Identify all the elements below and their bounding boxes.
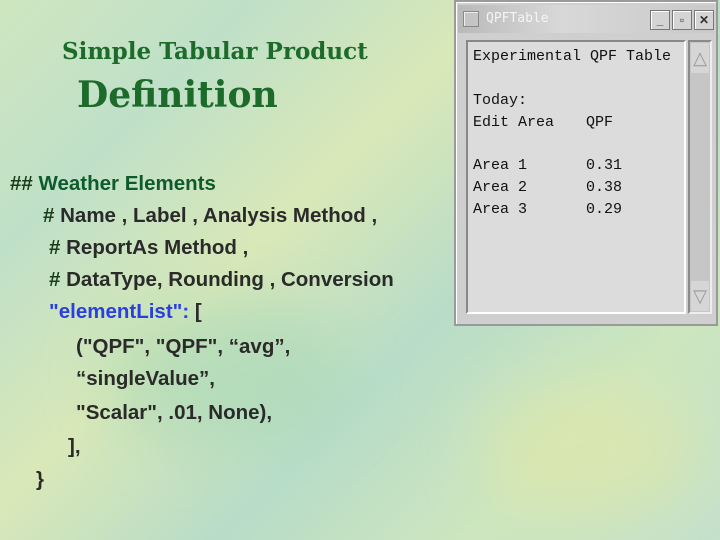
code-line: "elementList": [ [49,300,202,324]
minimize-button[interactable]: _ [650,10,670,30]
code-bracket: [ [194,300,202,323]
code-line: ("QPF", "QPF", “avg”, [76,335,291,358]
code-line: "Scalar", .01, None), [76,401,273,424]
maximize-button[interactable]: ▫ [672,10,692,30]
comment-hash: # [49,268,61,291]
title-bar[interactable]: QPFTable _ ▫ ✕ [458,5,714,33]
code-comment: DataType, Rounding , Conversion [66,268,394,291]
comment-hash: ## [10,172,33,195]
code-line: # Name , Label , Analysis Method , [43,204,377,228]
slide-title: Simple Tabular Product [62,38,368,65]
scroll-up-arrow-icon[interactable]: △ [691,43,709,73]
scroll-down-arrow-icon[interactable]: ▽ [691,281,709,311]
row-qpf: 0.29 [586,201,623,218]
row-qpf: 0.38 [586,179,623,196]
window-title: QPFTable [486,11,549,26]
code-heading: Weather Elements [38,172,216,195]
code-comment: ReportAs Method , [66,236,249,259]
row-qpf: 0.31 [586,157,623,174]
code-comment: Name , Label , Analysis Method , [60,204,378,227]
code-line: ], [68,435,81,458]
window-menu-button[interactable] [463,11,479,27]
close-button[interactable]: ✕ [694,10,714,30]
row-area: Area 3 [473,201,528,218]
today-label: Today: [473,92,528,109]
column-header-area: Edit Area [473,114,555,131]
code-line: ## Weather Elements [10,172,216,196]
vertical-scrollbar[interactable]: △ ▽ [688,40,712,314]
comment-hash: # [49,236,61,259]
row-area: Area 2 [473,179,528,196]
code-line: # DataType, Rounding , Conversion [49,268,394,292]
qpf-table-window: QPFTable _ ▫ ✕ Experimental QPF Table To… [454,0,718,326]
code-line: “singleValue”, [76,367,215,390]
slide-title-definition: Definition [77,74,278,116]
code-line: } [36,468,44,491]
background-texture [480,380,700,520]
table-heading: Experimental QPF Table [473,48,672,65]
code-line: # ReportAs Method , [49,236,248,260]
row-area: Area 1 [473,157,528,174]
code-key: "elementList": [49,300,190,323]
comment-hash: # [43,204,55,227]
table-text-area[interactable]: Experimental QPF Table Today: Edit Area … [466,40,686,314]
column-header-qpf: QPF [586,114,614,131]
